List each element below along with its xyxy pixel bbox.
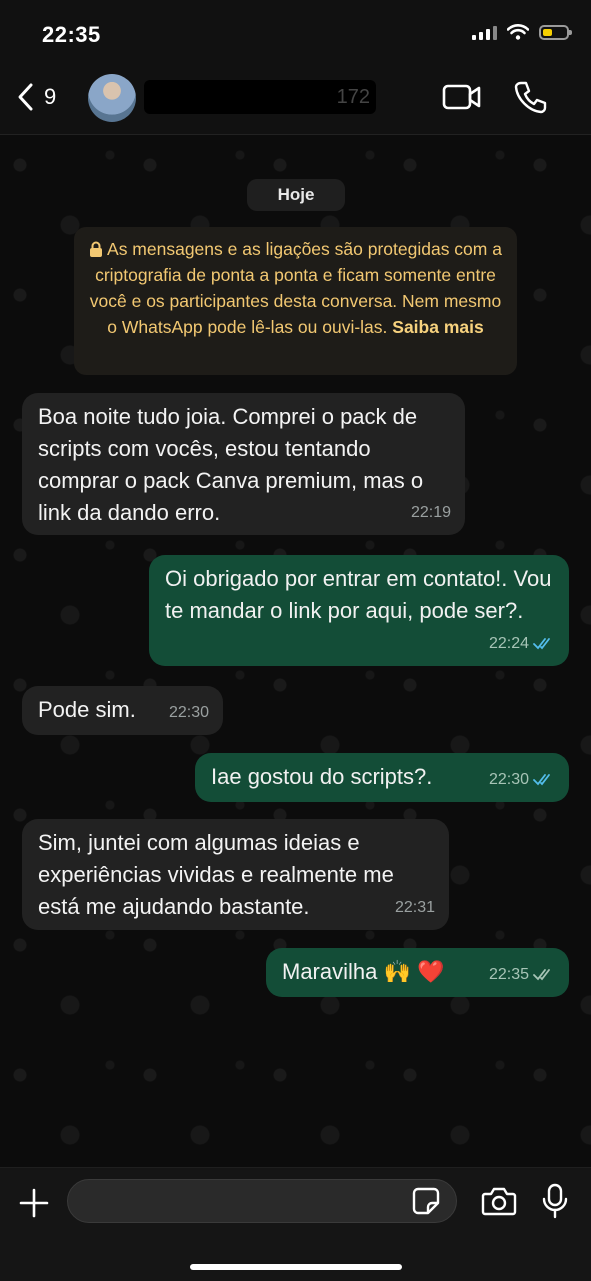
- message-bubble[interactable]: Sim, juntei com algumas ideias e experiê…: [22, 819, 449, 930]
- message-meta: 22:24: [489, 628, 555, 660]
- chevron-left-icon: [18, 83, 33, 111]
- message-text: Oi obrigado por entrar em contato!. Vou …: [165, 566, 552, 623]
- attach-button[interactable]: [18, 1187, 50, 1224]
- video-call-button[interactable]: [442, 82, 482, 117]
- message-time: 22:30: [168, 704, 209, 721]
- battery-icon: [539, 24, 572, 40]
- contact-avatar[interactable]: [88, 74, 136, 122]
- date-separator: Hoje: [247, 179, 345, 211]
- double-check-icon: [533, 638, 550, 650]
- message-time: 22:31: [394, 899, 435, 916]
- encryption-notice[interactable]: As mensagens e as ligações são protegida…: [74, 227, 517, 375]
- message-meta: 22:35: [489, 959, 555, 991]
- message-text: Maravilha 🙌 ❤️: [282, 959, 445, 984]
- sticker-icon: [412, 1187, 440, 1215]
- message-meta: 22:30: [489, 764, 555, 796]
- voice-call-button[interactable]: [514, 80, 548, 119]
- learn-more-link[interactable]: Saiba mais: [392, 317, 483, 337]
- microphone-icon: [542, 1183, 568, 1219]
- microphone-button[interactable]: [542, 1183, 568, 1224]
- message-bubble[interactable]: Oi obrigado por entrar em contato!. Vou …: [149, 555, 569, 666]
- message-meta: 22:31: [395, 892, 435, 924]
- status-time: 22:35: [42, 22, 101, 47]
- cellular-signal-icon: [472, 24, 497, 40]
- message-bubble[interactable]: Pode sim. 22:30: [22, 686, 223, 735]
- message-time: 22:35: [488, 966, 529, 983]
- double-check-icon: [533, 969, 550, 981]
- message-bubble[interactable]: Iae gostou do scripts?. 22:30: [195, 753, 569, 802]
- plus-icon: [19, 1188, 49, 1218]
- back-button[interactable]: 9: [16, 82, 56, 112]
- message-time: 22:19: [410, 504, 451, 521]
- composer-bar: [0, 1167, 591, 1281]
- message-meta: 22:30: [169, 697, 209, 729]
- message-text: Sim, juntei com algumas ideias e experiê…: [38, 830, 394, 919]
- contact-name[interactable]: 172: [144, 80, 376, 114]
- message-meta: 22:19: [411, 497, 451, 529]
- chat-area[interactable]: Hoje As mensagens e as ligações são prot…: [0, 135, 591, 1167]
- wifi-icon: [507, 24, 529, 40]
- message-bubble[interactable]: Boa noite tudo joia. Comprei o pack de s…: [22, 393, 465, 535]
- message-text: Boa noite tudo joia. Comprei o pack de s…: [38, 404, 424, 525]
- double-check-icon: [533, 774, 550, 786]
- message-input[interactable]: [67, 1179, 457, 1223]
- home-indicator[interactable]: [190, 1264, 402, 1270]
- unread-count: 9: [44, 84, 57, 109]
- message-time: 22:30: [488, 771, 529, 788]
- status-icons: [472, 24, 572, 40]
- camera-icon: [481, 1187, 517, 1216]
- chat-header: 9 172: [0, 62, 591, 135]
- message-text: Iae gostou do scripts?.: [211, 764, 433, 789]
- status-bar: 22:35: [0, 0, 591, 62]
- lock-icon: [90, 241, 103, 257]
- phone-icon: [514, 81, 547, 114]
- video-camera-icon: [442, 84, 481, 110]
- camera-button[interactable]: [481, 1186, 517, 1221]
- message-time: 22:24: [488, 635, 529, 652]
- message-text: Pode sim.: [38, 697, 136, 722]
- message-bubble[interactable]: Maravilha 🙌 ❤️ 22:35: [266, 948, 569, 997]
- sticker-button[interactable]: [412, 1187, 440, 1220]
